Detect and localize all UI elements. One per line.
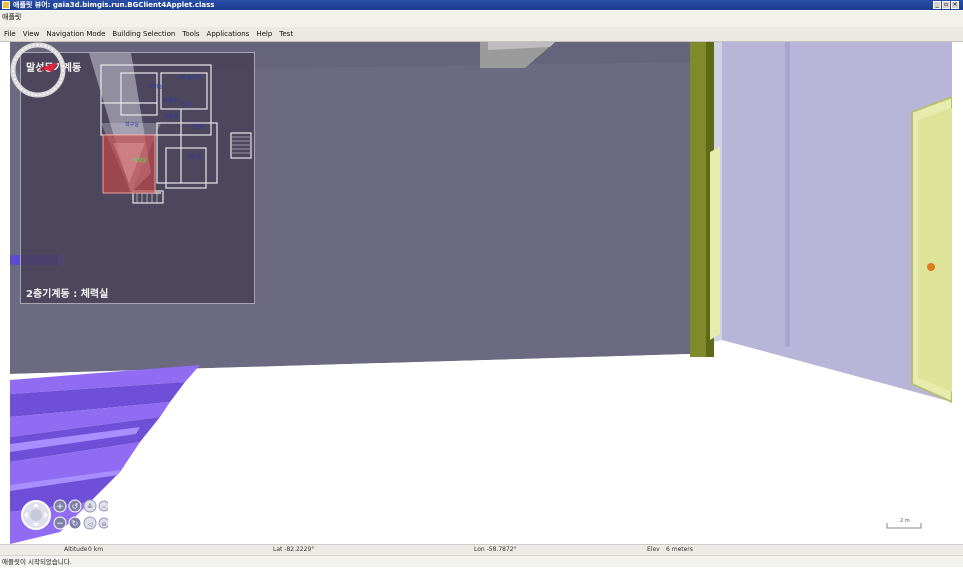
minimap-current-room-label[interactable]: 체력실 (133, 157, 147, 164)
window-controls: _ ▫ × (933, 1, 959, 9)
svg-text:↻: ↻ (72, 519, 79, 528)
applet-viewer-icon (2, 1, 10, 9)
zoom-in-icon: + (53, 499, 67, 513)
svg-text:∼: ∼ (101, 504, 106, 511)
minimize-button[interactable]: _ (933, 1, 941, 9)
longitude-value: Lon -58.7872° (474, 546, 517, 553)
menu-test[interactable]: Test (275, 27, 296, 41)
svg-text:−: − (56, 519, 64, 529)
svg-text:◁: ◁ (88, 521, 93, 528)
door-knob (927, 263, 935, 271)
window-bottom-edge (0, 567, 963, 576)
scale-bar: 2 m (886, 518, 922, 530)
rotate-ccw-icon: ↺ (68, 499, 82, 513)
svg-text:↺: ↺ (72, 502, 79, 511)
applet-menu-bar: 애플릿 (0, 11, 963, 27)
minimap-room-label[interactable]: 강당실 (187, 153, 201, 160)
tilt-down-icon: ◁ (83, 516, 97, 530)
menu-file[interactable]: File (0, 27, 19, 41)
3d-viewport[interactable]: 말성동기계동 사무실/관리 회의실 휴게실 창고 학구실 화장실 전산실 체력실… (10, 42, 952, 544)
menu-view[interactable]: View (19, 27, 43, 41)
elevation-value: 6 meters (666, 546, 693, 553)
window-title-bar: 애플릿 뷰어: gaia3d.bimgis.run.BGClient4Apple… (0, 0, 963, 10)
applet-status-message: 애플릿이 시작되었습니다. (2, 558, 72, 566)
svg-text:≙: ≙ (87, 503, 93, 511)
window-title: 애플릿 뷰어: gaia3d.bimgis.run.BGClient4Apple… (13, 1, 215, 9)
maximize-button[interactable]: ▫ (942, 1, 950, 9)
menu-building-selection[interactable]: Building Selection (108, 27, 178, 41)
menu-applications[interactable]: Applications (203, 27, 253, 41)
side-door (710, 147, 720, 340)
minimap-room-label[interactable]: 전산실 (191, 123, 205, 130)
close-button[interactable]: × (951, 1, 959, 9)
walk-icon: ∼ (98, 500, 108, 512)
scale-label: 2 m (900, 518, 910, 524)
svg-text:⊖: ⊖ (101, 521, 106, 528)
minimap-room-label[interactable]: 창고 (181, 101, 190, 108)
altitude-value: 0 km (88, 546, 104, 553)
pan-control-icon (21, 500, 51, 530)
compass-icon[interactable] (10, 42, 66, 98)
menu-tools[interactable]: Tools (178, 27, 202, 41)
zoom-out-icon: − (53, 516, 67, 530)
elevation-label: Elev (647, 546, 660, 553)
altitude-label: Altitude (64, 546, 88, 553)
menu-help[interactable]: Help (252, 27, 275, 41)
menu-bar: File View Navigation Mode Building Selec… (0, 27, 963, 42)
menu-navigation-mode[interactable]: Navigation Mode (42, 27, 108, 41)
applet-menu[interactable]: 애플릿 (2, 12, 21, 22)
status-bar: Altitude 0 km Lat -82.2229° Lon -58.7872… (0, 544, 963, 555)
viewport-border (952, 42, 963, 544)
minimap-room-label[interactable]: 휴게실 (163, 97, 177, 104)
minimap-room-label[interactable]: 화장실 (164, 113, 178, 120)
navigation-controls: + ↺ ≙ ∼ − ↻ ◁ ⊖ (21, 499, 108, 530)
minimap-room-label[interactable]: 회의실 (149, 83, 163, 90)
look-icon: ⊖ (98, 517, 108, 529)
latitude-value: Lat -82.2229° (273, 546, 315, 553)
tilt-up-icon: ≙ (83, 499, 97, 513)
minimap-current-location: 2층기계동 : 체력실 (26, 289, 109, 300)
minimap-room-label[interactable]: 학구실 (125, 121, 139, 128)
minimap-room-label[interactable]: 사무실/관리 (177, 74, 202, 81)
svg-text:+: + (56, 502, 64, 512)
rotate-cw-icon: ↻ (68, 516, 82, 530)
